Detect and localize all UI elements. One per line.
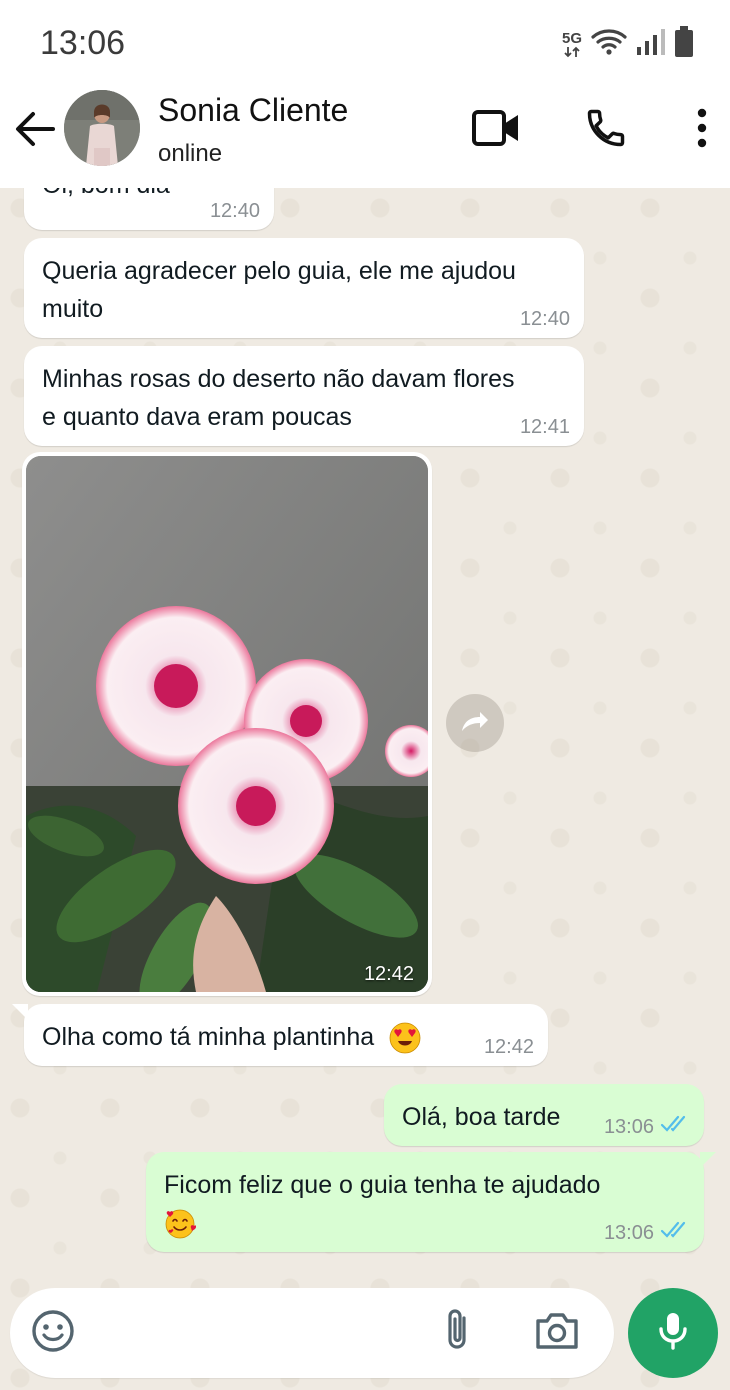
back-arrow-icon [15, 111, 55, 152]
voice-call-button[interactable] [578, 102, 634, 158]
more-options-button[interactable] [674, 102, 730, 158]
message-bubble-incoming[interactable]: Olha como tá minha plantinha 12:42 [12, 1004, 548, 1066]
battery-icon [674, 26, 694, 63]
back-button[interactable] [12, 108, 58, 154]
signal-icon [636, 27, 666, 62]
read-ticks-icon [660, 1221, 690, 1244]
network-label: 5G [561, 29, 582, 47]
message-time-row: 13:06 [604, 1115, 690, 1138]
more-options-icon [696, 108, 708, 153]
phone-icon [584, 106, 628, 155]
read-ticks-icon [660, 1115, 690, 1138]
message-input[interactable] [110, 1316, 410, 1350]
message-text: Ficom feliz que o guia tenha te ajudado [164, 1171, 601, 1199]
avatar[interactable] [64, 90, 140, 166]
video-call-button[interactable] [468, 102, 524, 158]
message-time: 12:42 [483, 1036, 534, 1058]
attach-icon [442, 1308, 476, 1359]
message-time: 13:06 [603, 1221, 654, 1244]
video-call-icon [471, 109, 521, 152]
mic-icon [658, 1311, 688, 1356]
attach-button[interactable] [432, 1306, 486, 1360]
message-time: 13:06 [603, 1115, 654, 1138]
message-text: Queria agradecer pelo guia, ele me ajudo… [42, 257, 516, 323]
status-time: 13:06 [40, 24, 126, 62]
message-time-row: 13:06 [604, 1221, 690, 1244]
photo-time: 12:42 [363, 963, 414, 985]
message-text: Olha como tá minha plantinha [42, 1023, 375, 1051]
camera-icon [534, 1311, 580, 1356]
emoji-icon [31, 1309, 75, 1358]
message-photo[interactable]: 12:42 [26, 456, 428, 992]
message-bubble-outgoing[interactable]: Ficom feliz que o guia tenha te ajudado … [146, 1152, 716, 1252]
message-bubble-incoming[interactable]: Minhas rosas do deserto não davam flores… [24, 346, 584, 446]
message-bubble-outgoing[interactable]: Olá, boa tarde 13:06 [384, 1084, 704, 1146]
forward-icon [460, 709, 490, 738]
image-message[interactable]: 12:42 [22, 452, 432, 996]
bubble-tail [700, 1152, 716, 1168]
message-text: Olá, boa tarde [402, 1103, 561, 1131]
forward-button[interactable] [446, 694, 504, 752]
smiling-face-with-hearts-emoji [164, 1208, 197, 1240]
status-icons: 5G [562, 26, 694, 63]
heart-eyes-emoji [389, 1022, 421, 1054]
bubble-tail [12, 1004, 28, 1020]
status-bar: 13:06 5G [0, 0, 730, 88]
chat-area[interactable]: Oi, bom dia 12:40 Queria agradecer pelo … [0, 188, 730, 1390]
message-text: Oi, bom dia [42, 188, 170, 204]
message-text: Minhas rosas do deserto não davam flores… [42, 365, 515, 431]
network-5g-icon: 5G [561, 29, 582, 58]
message-time: 12:41 [519, 416, 570, 438]
message-bubble-incoming[interactable]: Oi, bom dia 12:40 [24, 188, 274, 230]
camera-button[interactable] [530, 1306, 584, 1360]
chat-header: Sonia Cliente online [0, 88, 730, 188]
message-input-bar [10, 1288, 614, 1378]
contact-status: online [158, 140, 223, 167]
voice-message-button[interactable] [628, 1288, 718, 1378]
message-time: 12:40 [209, 200, 260, 222]
message-bubble-incoming[interactable]: Queria agradecer pelo guia, ele me ajudo… [24, 238, 584, 338]
message-time: 12:40 [519, 308, 570, 330]
wifi-icon [590, 27, 628, 62]
emoji-button[interactable] [26, 1306, 80, 1360]
contact-name[interactable]: Sonia Cliente [158, 92, 348, 129]
